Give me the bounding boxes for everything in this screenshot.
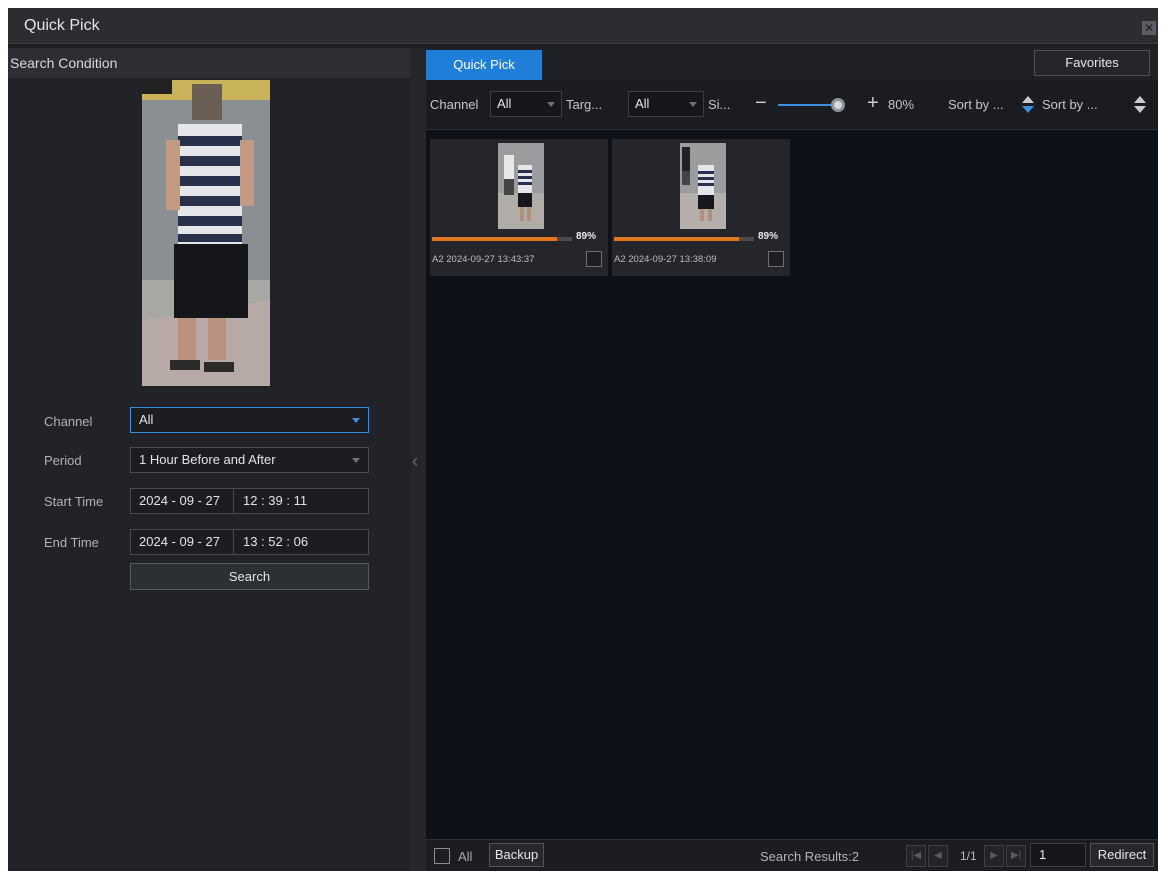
sort-order-icon[interactable] xyxy=(1134,96,1146,114)
filter-channel-value: All xyxy=(497,96,512,111)
filter-similarity-label: Si... xyxy=(708,97,731,112)
chevron-down-icon xyxy=(352,458,360,463)
target-person-image xyxy=(142,80,270,386)
bottom-bar: All Backup Search Results:2 |◀ ◀ 1/1 ▶ ▶… xyxy=(426,839,1158,871)
redirect-button[interactable]: Redirect xyxy=(1090,843,1154,867)
sort-down-icon xyxy=(1022,106,1034,113)
result-caption: A2 2024-09-27 13:43:37 xyxy=(432,254,535,265)
sort-by-label-1[interactable]: Sort by ... xyxy=(948,97,1004,112)
search-condition-header: Search Condition xyxy=(8,48,411,78)
result-thumbnail[interactable] xyxy=(680,143,726,229)
chevron-down-icon xyxy=(689,102,697,107)
sort-order-icon[interactable] xyxy=(1022,96,1034,114)
start-time-value[interactable]: 12 : 39 : 11 xyxy=(243,489,307,513)
sort-down-icon xyxy=(1134,106,1146,113)
first-page-icon[interactable]: |◀ xyxy=(906,845,926,867)
sort-up-icon xyxy=(1134,96,1146,103)
search-results-count: Search Results:2 xyxy=(760,849,859,864)
similarity-bar xyxy=(614,237,754,241)
results-panel: Quick Pick Favorites Channel All Targ...… xyxy=(426,48,1158,871)
result-thumbnail[interactable] xyxy=(498,143,544,229)
chevron-left-icon: ‹ xyxy=(412,451,418,471)
zoom-out-icon[interactable]: − xyxy=(755,92,767,115)
similarity-bar-fill xyxy=(432,237,557,241)
channel-select-value: All xyxy=(139,412,154,427)
end-time-field[interactable]: 2024 - 09 - 27 13 : 52 : 06 xyxy=(130,529,369,555)
filter-bar: Channel All Targ... All Si... − + 80% So… xyxy=(426,80,1158,130)
page-info: 1/1 xyxy=(960,849,977,863)
filter-channel-select[interactable]: All xyxy=(490,91,562,117)
zoom-value: 80% xyxy=(888,97,915,112)
filter-channel-label: Channel xyxy=(430,97,479,112)
tab-bar: Quick Pick Favorites xyxy=(426,48,1158,80)
field-divider xyxy=(233,529,234,555)
start-date-value[interactable]: 2024 - 09 - 27 xyxy=(139,493,220,508)
sort-up-icon xyxy=(1022,96,1034,103)
prev-page-icon[interactable]: ◀ xyxy=(928,845,948,867)
result-caption: A2 2024-09-27 13:38:09 xyxy=(614,254,717,265)
search-condition-panel: Search Condition Channel All Period 1 Ho… xyxy=(8,48,411,871)
channel-label: Channel xyxy=(44,414,93,429)
result-card[interactable]: 89% A2 2024-09-27 13:43:37 xyxy=(430,139,608,276)
search-button[interactable]: Search xyxy=(130,563,369,590)
tab-quick-pick[interactable]: Quick Pick xyxy=(426,50,542,80)
title-bar: Quick Pick ✕ xyxy=(8,8,1158,44)
page-number-input[interactable]: 1 xyxy=(1030,843,1086,867)
search-condition-title: Search Condition xyxy=(10,55,118,71)
select-all-checkbox[interactable] xyxy=(434,848,450,864)
close-icon[interactable]: ✕ xyxy=(1142,21,1156,35)
zoom-in-icon[interactable]: + xyxy=(867,92,879,115)
start-time-label: Start Time xyxy=(44,494,104,509)
chevron-down-icon xyxy=(352,418,360,423)
start-time-field[interactable]: 2024 - 09 - 27 12 : 39 : 11 xyxy=(130,488,369,514)
result-card[interactable]: 89% A2 2024-09-27 13:38:09 xyxy=(612,139,790,276)
result-checkbox[interactable] xyxy=(768,251,784,267)
period-select-value: 1 Hour Before and After xyxy=(139,452,276,467)
end-date-value[interactable]: 2024 - 09 - 27 xyxy=(139,534,220,549)
similarity-value: 89% xyxy=(758,231,779,242)
end-time-label: End Time xyxy=(44,535,99,550)
filter-target-value: All xyxy=(635,96,650,111)
last-page-icon[interactable]: ▶| xyxy=(1006,845,1026,867)
end-time-value[interactable]: 13 : 52 : 06 xyxy=(243,530,308,554)
sort-by-label-2[interactable]: Sort by ... xyxy=(1042,97,1098,112)
backup-button[interactable]: Backup xyxy=(489,843,544,867)
channel-select[interactable]: All xyxy=(130,407,369,433)
chevron-down-icon xyxy=(547,102,555,107)
quick-pick-window: Quick Pick ✕ Search Condition Channel Al… xyxy=(8,8,1158,871)
panel-collapse-handle[interactable]: ‹ xyxy=(411,48,426,871)
favorites-button[interactable]: Favorites xyxy=(1034,50,1150,76)
zoom-slider-track[interactable] xyxy=(778,104,838,106)
filter-target-select[interactable]: All xyxy=(628,91,704,117)
similarity-bar-fill xyxy=(614,237,739,241)
next-page-icon[interactable]: ▶ xyxy=(984,845,1004,867)
select-all-label[interactable]: All xyxy=(458,849,472,864)
field-divider xyxy=(233,488,234,514)
period-select[interactable]: 1 Hour Before and After xyxy=(130,447,369,473)
similarity-value: 89% xyxy=(576,231,597,242)
result-checkbox[interactable] xyxy=(586,251,602,267)
filter-target-label: Targ... xyxy=(566,97,603,112)
period-label: Period xyxy=(44,453,82,468)
zoom-slider-thumb[interactable] xyxy=(831,98,845,112)
window-title: Quick Pick xyxy=(24,17,100,34)
similarity-bar xyxy=(432,237,572,241)
